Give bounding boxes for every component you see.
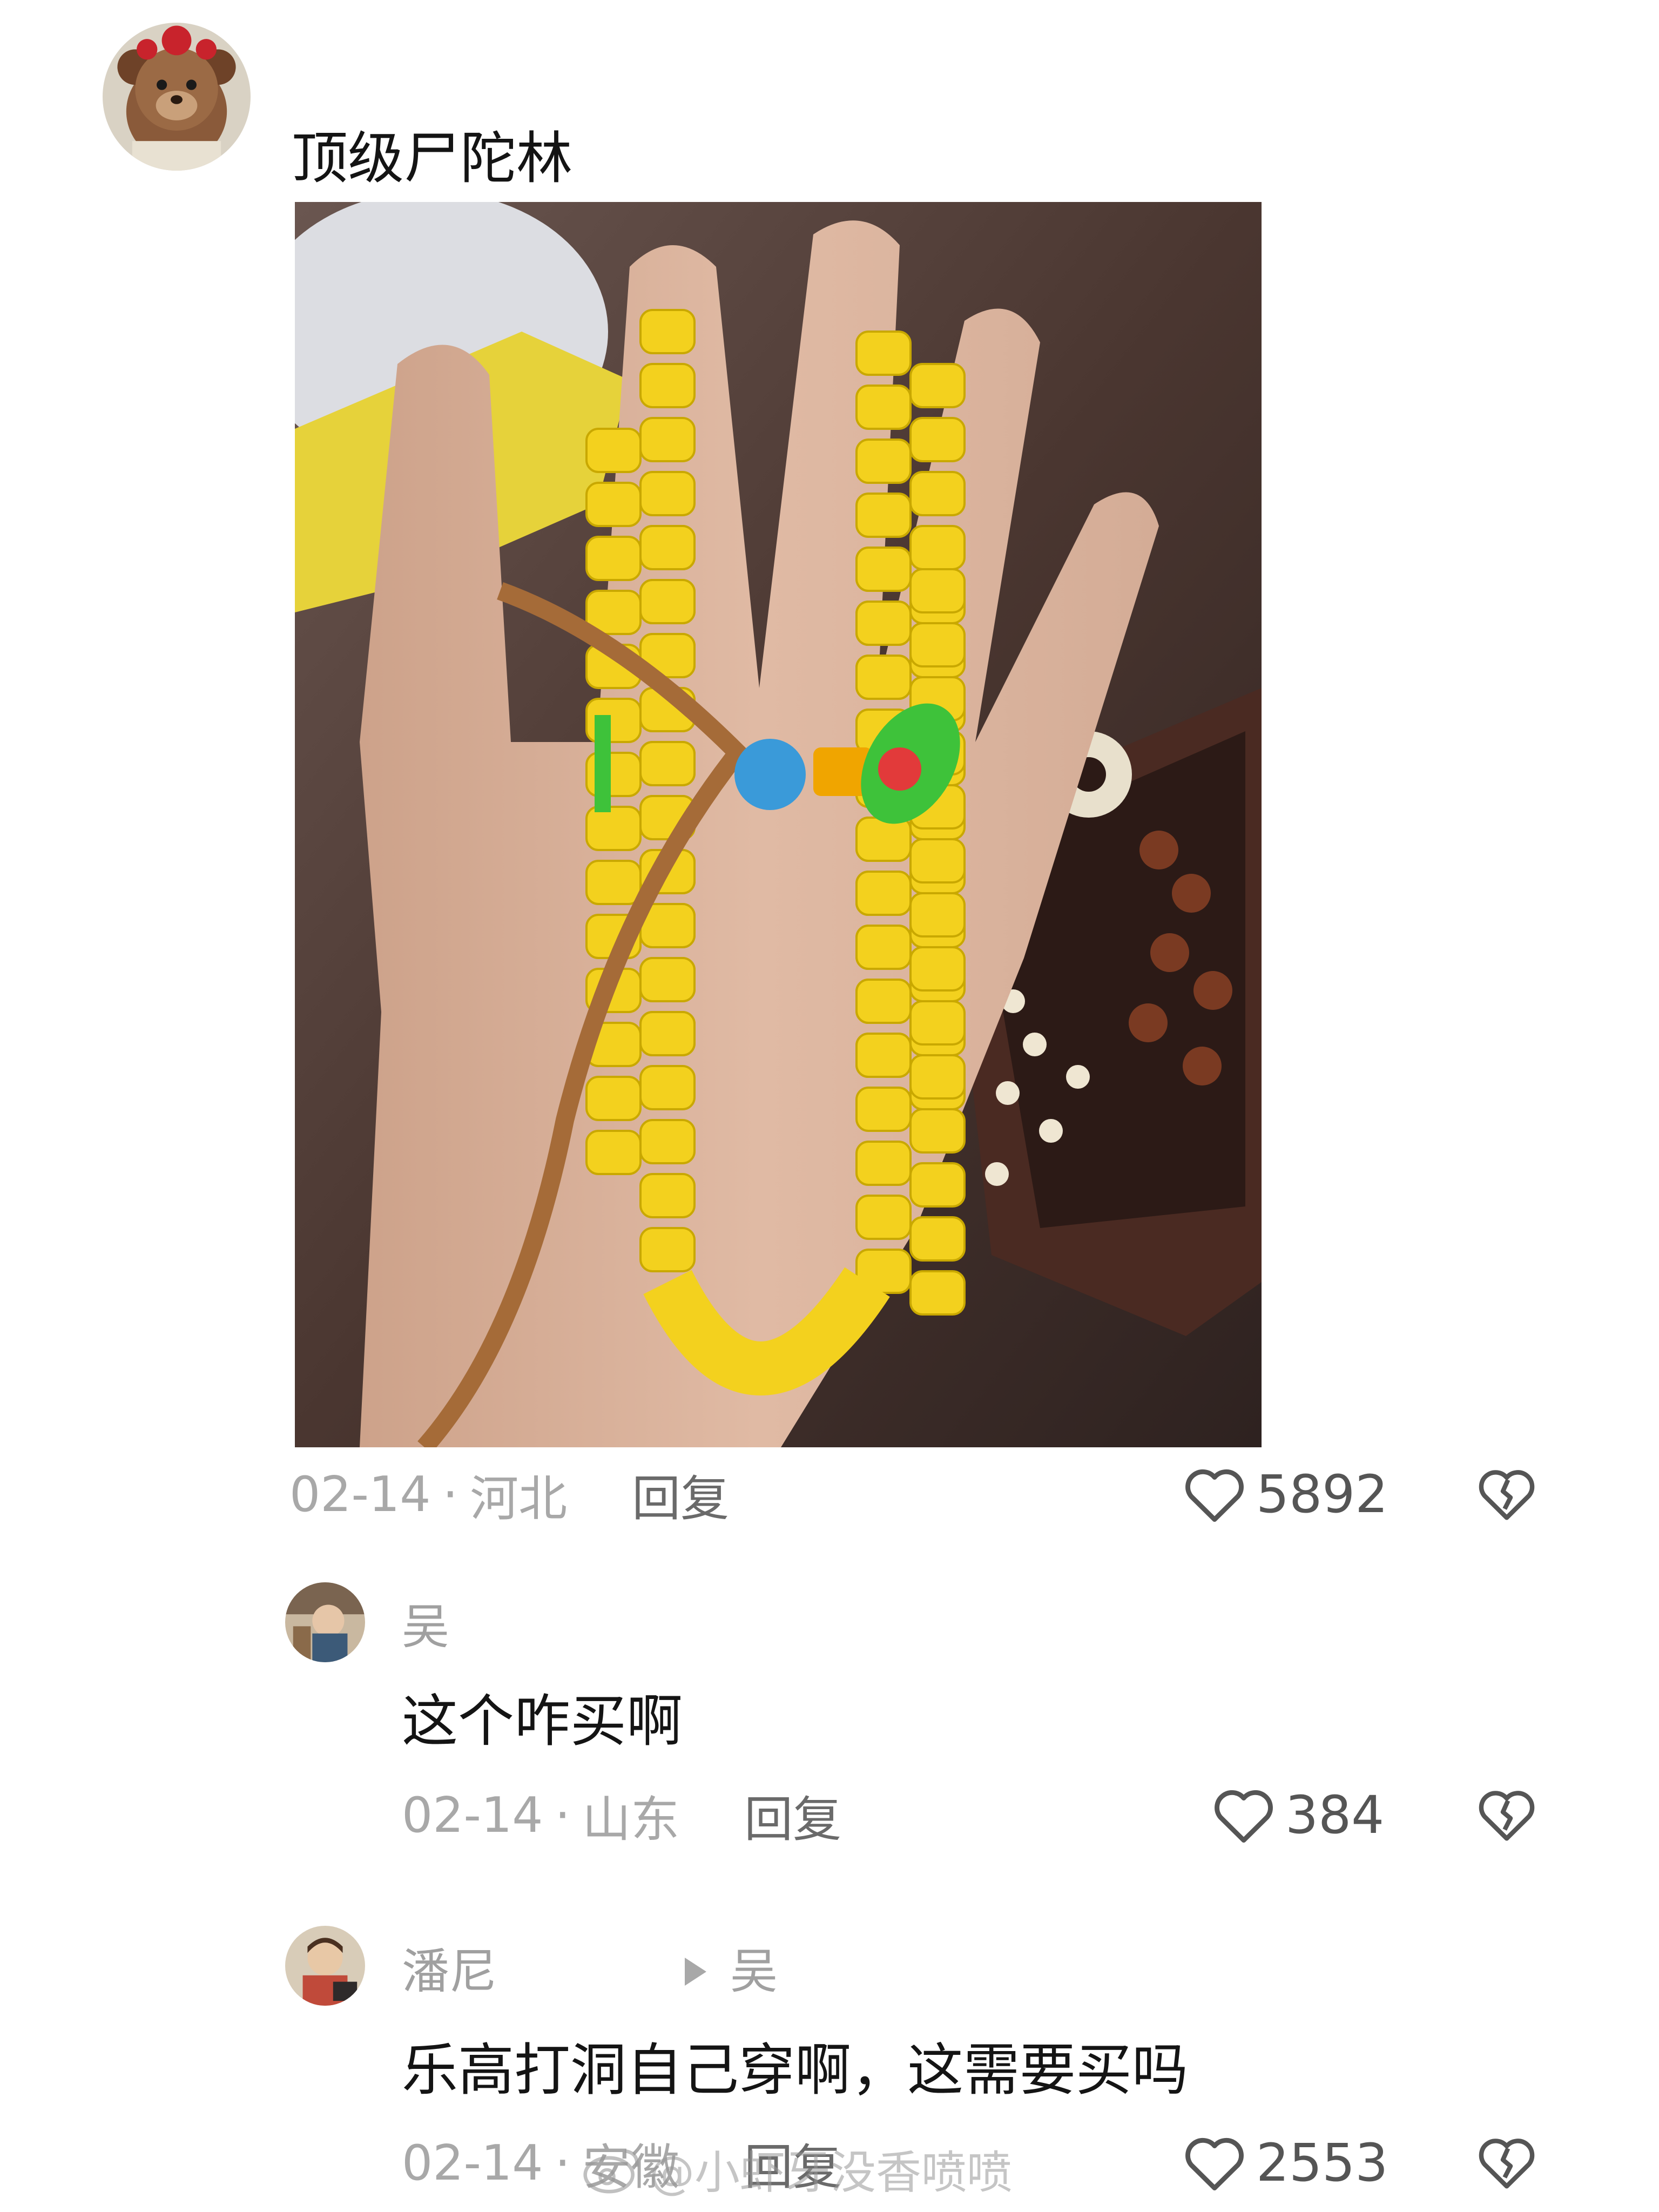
reply-2-like-count: 2553 [1256, 2133, 1388, 2193]
reply-2-avatar[interactable] [285, 1926, 365, 2006]
reply-1-like-count: 384 [1285, 1785, 1385, 1845]
heart-outline-icon [1215, 1790, 1273, 1843]
post-text: 顶级尸陀林 [292, 125, 573, 191]
reply-2-target-username: 吴 [730, 1944, 778, 1999]
watermark: @小虾牙没香喷喷 [583, 2136, 1012, 2201]
comment-thread: 顶级尸陀林 02-14 · 河北 回复 5892 吴 这个咋买啊 02-14 ·… [0, 0, 1659, 2212]
reply-2-reply-target[interactable]: 吴 [685, 1942, 778, 2001]
reply-1-reply-button[interactable]: 回复 [744, 1780, 841, 1850]
post-meta: 02-14 · 河北 回复 [289, 1465, 729, 1528]
broken-heart-icon [1479, 1791, 1535, 1841]
reply-1-meta: 02-14 · 山东 回复 [402, 1785, 841, 1849]
weibo-logo-icon [583, 2149, 639, 2194]
lego-bead-necklace-photo [295, 202, 1262, 1447]
reply-1-username[interactable]: 吴 [402, 1597, 449, 1657]
poster-avatar[interactable] [103, 23, 251, 171]
post-like-button[interactable]: 5892 [1183, 1464, 1388, 1525]
post-reply-button[interactable]: 回复 [632, 1459, 729, 1529]
reply-1-date: 02-14 [402, 1786, 543, 1844]
heart-outline-icon [1185, 1469, 1244, 1522]
meta-separator: · [442, 1466, 458, 1523]
reply-2-date: 02-14 [402, 2134, 543, 2191]
post-dislike-button[interactable] [1476, 1465, 1537, 1523]
reply-1-dislike-button[interactable] [1476, 1785, 1537, 1844]
meta-separator: · [555, 2134, 571, 2191]
post-like-count: 5892 [1256, 1464, 1388, 1525]
triangle-right-icon [685, 1958, 706, 1986]
heart-outline-icon [1185, 2137, 1244, 2191]
broken-heart-icon [1479, 2139, 1535, 2189]
post-date: 02-14 [289, 1466, 431, 1523]
reply-1-like-button[interactable]: 384 [1212, 1785, 1384, 1845]
post-image[interactable] [295, 202, 1262, 1447]
reply-1-avatar[interactable] [285, 1582, 365, 1662]
reply-2-username[interactable]: 潘尼 [402, 1942, 497, 2001]
reply-1-location: 山东 [582, 1791, 680, 1848]
user-avatar-image [285, 1926, 365, 2006]
bear-avatar-image [103, 23, 251, 171]
user-avatar-image [285, 1582, 365, 1662]
broken-heart-icon [1479, 1470, 1535, 1520]
reply-2-text: 乐高打洞自己穿啊，这需要买吗 [402, 2037, 1189, 2103]
reply-1-text: 这个咋买啊 [402, 1688, 683, 1754]
meta-separator: · [555, 1786, 571, 1844]
reply-2-like-button[interactable]: 2553 [1183, 2133, 1388, 2193]
watermark-text: @小虾牙没香喷喷 [649, 2146, 1013, 2199]
post-location: 河北 [470, 1471, 568, 1527]
reply-2-dislike-button[interactable] [1476, 2133, 1537, 2191]
